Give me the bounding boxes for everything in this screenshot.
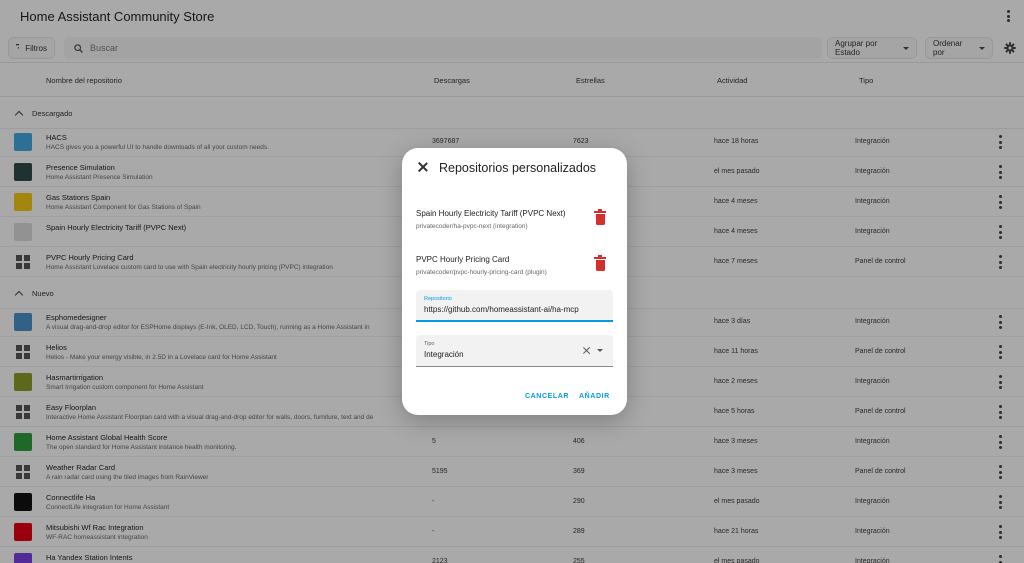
chevron-down-icon[interactable] [597,349,603,352]
custom-repo-item: Spain Hourly Electricity Tariff (PVPC Ne… [416,209,616,239]
delete-icon[interactable] [594,255,606,272]
repo-name: PVPC Hourly Pricing Card [416,255,510,264]
repo-path: privatecoder/pvpc-hourly-pricing-card (p… [416,269,547,276]
repository-field-label: Repositorio [424,296,452,302]
custom-repo-item: PVPC Hourly Pricing Card privatecoder/pv… [416,255,616,285]
repository-url-input[interactable] [424,305,609,314]
type-field-label: Tipo [424,341,435,347]
delete-icon[interactable] [594,209,606,226]
close-icon[interactable] [416,160,430,174]
repo-path: privatecoder/ha-pvpc-next (integration) [416,223,528,230]
repository-url-field[interactable]: Repositorio [416,290,613,322]
clear-icon[interactable] [582,346,591,355]
add-button[interactable]: AÑADIR [579,393,610,400]
custom-repositories-dialog: Repositorios personalizados Spain Hourly… [402,148,627,415]
type-select[interactable]: Tipo Integración [416,335,613,367]
cancel-button[interactable]: CANCELAR [525,393,569,400]
repo-name: Spain Hourly Electricity Tariff (PVPC Ne… [416,209,566,218]
dialog-title: Repositorios personalizados [439,161,597,175]
